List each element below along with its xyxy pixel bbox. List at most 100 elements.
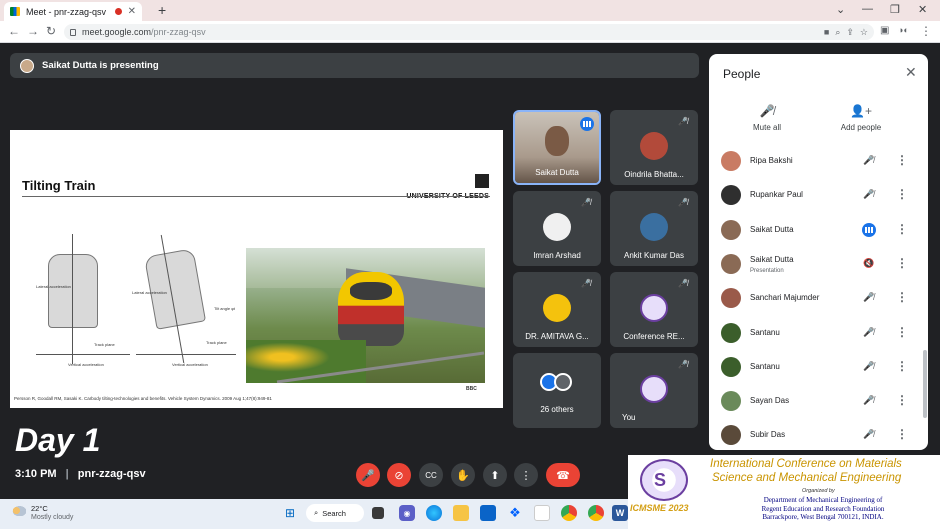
- participant-avatar: [721, 185, 741, 205]
- meeting-info-separator: |: [65, 468, 69, 480]
- more-vert-icon[interactable]: ⋮: [896, 256, 908, 270]
- mic-off-icon[interactable]: 🎤̸: [863, 292, 874, 303]
- weather-condition[interactable]: Mostly cloudy: [31, 514, 73, 521]
- chrome-icon[interactable]: [588, 505, 604, 521]
- tilt-diagram-upright: Lateral acceleration Track plane Vertica…: [32, 232, 132, 372]
- others-tile[interactable]: 26 others: [513, 353, 601, 428]
- mic-off-icon[interactable]: 🎤̸: [863, 395, 874, 406]
- close-window-button[interactable]: ✕: [918, 3, 927, 16]
- more-vert-icon[interactable]: ⋮: [896, 325, 908, 339]
- mic-off-icon: 🎤̸: [678, 360, 688, 369]
- tab-search-button[interactable]: ⌄: [836, 3, 845, 16]
- participant-row[interactable]: Santanu 🎤̸ ⋮: [709, 351, 928, 385]
- address-bar[interactable]: meet.google.com/pnr-zzag-qsv ■ ⌕ ⇪ ☆: [64, 24, 874, 40]
- people-panel-scrollbar[interactable]: [923, 350, 927, 418]
- end-call-button[interactable]: ☎: [546, 463, 580, 487]
- camera-in-use-icon[interactable]: ■: [824, 27, 829, 37]
- present-now-button[interactable]: ⬆: [483, 463, 507, 487]
- notepad-icon[interactable]: [534, 505, 550, 521]
- participant-name: Saikat Dutta: [750, 225, 794, 234]
- participant-row[interactable]: Saikat Dutta ⋮: [709, 214, 928, 248]
- sidebar-icon[interactable]: ▣: [880, 25, 889, 36]
- participant-name: Saikat Dutta: [535, 168, 579, 177]
- bookmark-star-icon[interactable]: ☆: [860, 27, 868, 38]
- browser-tab[interactable]: Meet - pnr-zzag-qsv ✕: [4, 2, 142, 21]
- tab-close-button[interactable]: ✕: [128, 6, 136, 17]
- participant-name: You: [622, 413, 636, 422]
- dropbox-icon[interactable]: ❖: [507, 505, 523, 521]
- more-options-button[interactable]: ⋮: [514, 463, 538, 487]
- participant-avatar: [640, 375, 668, 403]
- participant-row[interactable]: Sayan Das 🎤̸ ⋮: [709, 385, 928, 419]
- participant-row[interactable]: Subir Das 🎤̸ ⋮: [709, 419, 928, 450]
- participant-tile[interactable]: Saikat Dutta: [513, 110, 601, 185]
- participant-avatar: [721, 288, 741, 308]
- mic-off-icon[interactable]: 🎤̸: [863, 189, 874, 200]
- slide-citation: Persson R, Goodall RM, Sasaki K. Carbody…: [14, 396, 272, 401]
- minimize-button[interactable]: —: [862, 3, 873, 15]
- taskbar-search[interactable]: ⌕ Search: [306, 504, 364, 522]
- participant-row[interactable]: Saikat Dutta Presentation 🔇 ⋮: [709, 248, 928, 282]
- browser-menu-icon[interactable]: ⋮: [920, 24, 932, 38]
- more-vert-icon[interactable]: ⋮: [896, 359, 908, 373]
- participant-tile[interactable]: 🎤̸ Imran Arshad: [513, 191, 601, 266]
- participant-tile[interactable]: 🎤̸ Ankit Kumar Das: [610, 191, 698, 266]
- extension-icon[interactable]: ◑◐: [898, 25, 909, 35]
- mute-all-button[interactable]: 🎤̸ Mute all: [727, 104, 807, 132]
- share-icon[interactable]: ⇪: [846, 27, 854, 38]
- mail-icon[interactable]: [480, 505, 496, 521]
- add-people-button[interactable]: 👤+ Add people: [821, 104, 901, 132]
- participant-row[interactable]: Santanu 🎤̸ ⋮: [709, 317, 928, 351]
- participant-avatar: [640, 132, 668, 160]
- self-tile[interactable]: 🎤̸ You: [610, 353, 698, 428]
- task-view-icon[interactable]: [372, 507, 384, 519]
- participant-avatar: [721, 391, 741, 411]
- more-vert-icon[interactable]: ⋮: [896, 187, 908, 201]
- weather-temperature[interactable]: 22°C: [31, 504, 48, 513]
- more-vert-icon[interactable]: ⋮: [896, 153, 908, 167]
- more-vert-icon[interactable]: ⋮: [896, 222, 908, 236]
- mic-off-icon[interactable]: 🎤̸: [863, 155, 874, 166]
- participant-row[interactable]: Rupankar Paul 🎤̸ ⋮: [709, 179, 928, 213]
- reload-icon[interactable]: ↻: [46, 24, 56, 38]
- participant-name: Oindrila Bhatta...: [624, 170, 684, 179]
- participant-tile[interactable]: 🎤̸ Conference RE...: [610, 272, 698, 347]
- hand-icon: ✋: [456, 469, 470, 482]
- camera-off-icon: ⊘: [394, 469, 404, 482]
- back-arrow-icon[interactable]: ←: [8, 24, 20, 38]
- participant-tile[interactable]: 🎤̸ DR. AMITAVA G...: [513, 272, 601, 347]
- participant-tile[interactable]: 🎤̸ Oindrila Bhatta...: [610, 110, 698, 185]
- presentation-audio-off-icon[interactable]: 🔇: [863, 258, 874, 269]
- people-panel-title: People: [723, 67, 761, 81]
- mic-off-icon[interactable]: 🎤̸: [863, 361, 874, 372]
- chrome-icon[interactable]: [561, 505, 577, 521]
- raise-hand-button[interactable]: ✋: [451, 463, 475, 487]
- mic-toggle-button[interactable]: 🎤: [356, 463, 380, 487]
- zoom-icon[interactable]: ⌕: [835, 27, 840, 38]
- participant-row[interactable]: Ripa Bakshi 🎤̸ ⋮: [709, 145, 928, 179]
- mic-off-icon[interactable]: 🎤̸: [863, 327, 874, 338]
- new-tab-button[interactable]: +: [158, 2, 166, 18]
- weather-cloud-icon[interactable]: [10, 504, 26, 516]
- more-vert-icon[interactable]: ⋮: [896, 427, 908, 441]
- close-panel-button[interactable]: ✕: [905, 64, 917, 81]
- more-vert-icon[interactable]: ⋮: [896, 393, 908, 407]
- conference-emblem-icon: S: [654, 470, 667, 490]
- mic-off-icon[interactable]: 🎤̸: [863, 429, 874, 440]
- edge-browser-icon[interactable]: [426, 505, 442, 521]
- camera-toggle-button[interactable]: ⊘: [387, 463, 411, 487]
- more-vert-icon[interactable]: ⋮: [896, 290, 908, 304]
- file-explorer-icon[interactable]: [453, 505, 469, 521]
- forward-arrow-icon[interactable]: →: [27, 24, 39, 38]
- captions-button[interactable]: CC: [419, 463, 443, 487]
- diagram-label: Lateral acceleration: [36, 284, 71, 289]
- participant-row[interactable]: Sanchari Majumder 🎤̸ ⋮: [709, 282, 928, 316]
- mic-off-icon: 🎤̸: [581, 198, 591, 207]
- maximize-button[interactable]: ❐: [890, 3, 900, 16]
- organized-by-label: Organized by: [802, 488, 835, 494]
- participant-name: Santanu: [750, 328, 780, 337]
- search-label: Search: [322, 508, 346, 518]
- windows-start-icon[interactable]: ⊞: [282, 505, 298, 521]
- teams-chat-icon[interactable]: ◉: [399, 505, 415, 521]
- word-icon[interactable]: W: [612, 505, 628, 521]
